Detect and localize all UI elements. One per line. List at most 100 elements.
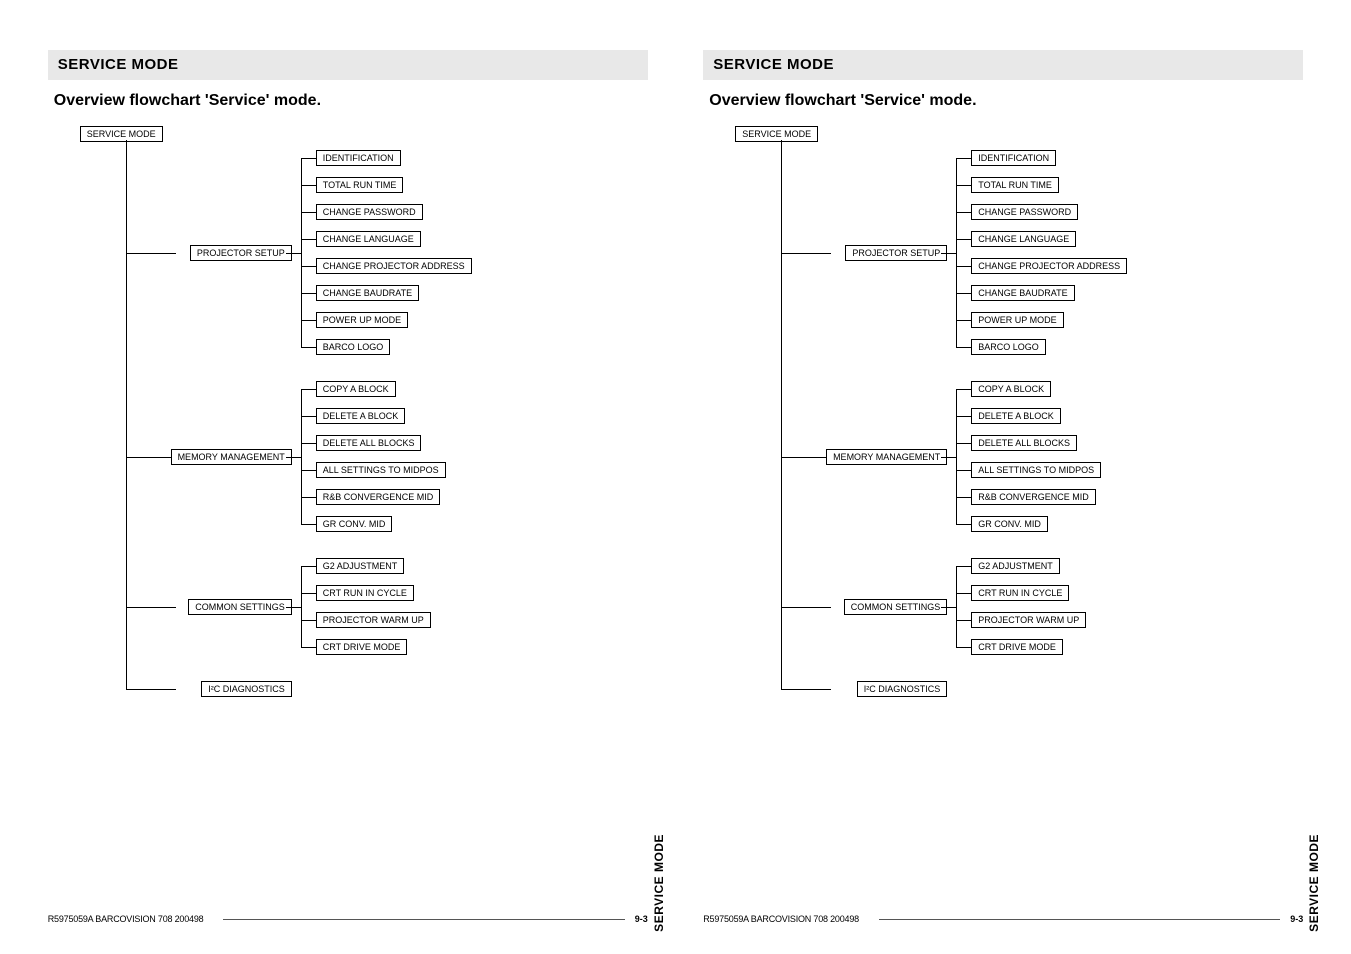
flowchart-root: SERVICE MODE bbox=[80, 126, 163, 142]
flowchart-connector bbox=[301, 497, 316, 498]
flowchart-connector bbox=[956, 593, 971, 594]
flowchart-connector bbox=[956, 239, 971, 240]
flowchart-leaf: BARCO LOGO bbox=[316, 339, 391, 355]
flowchart-connector bbox=[301, 320, 316, 321]
page-footer: R5975059A BARCOVISION 708 200498 9-3 bbox=[48, 914, 648, 924]
flowchart-connector bbox=[956, 158, 971, 159]
flowchart-main-stem bbox=[126, 140, 127, 690]
flowchart-leaf: CRT DRIVE MODE bbox=[971, 639, 1063, 655]
flowchart-leaf: ALL SETTINGS TO MIDPOS bbox=[971, 462, 1101, 478]
flowchart-connector bbox=[941, 253, 956, 254]
flowchart-leaf: CHANGE BAUDRATE bbox=[971, 285, 1074, 301]
flowchart-root: SERVICE MODE bbox=[735, 126, 818, 142]
flowchart-connector bbox=[956, 347, 971, 348]
flowchart-category: I²C DIAGNOSTICS bbox=[201, 681, 292, 697]
flowchart-connector bbox=[956, 293, 971, 294]
flowchart-leaf: CHANGE PROJECTOR ADDRESS bbox=[971, 258, 1127, 274]
flowchart-connector bbox=[941, 607, 956, 608]
header-title: SERVICE MODE bbox=[58, 56, 179, 73]
flowchart-connector bbox=[781, 457, 831, 458]
flowchart-connector bbox=[301, 212, 316, 213]
flowchart-sub-stem bbox=[301, 566, 302, 648]
flowchart-connector bbox=[301, 566, 316, 567]
flowchart-connector bbox=[956, 524, 971, 525]
flowchart-category: MEMORY MANAGEMENT bbox=[171, 449, 292, 465]
flowchart-leaf: IDENTIFICATION bbox=[316, 150, 401, 166]
flowchart-leaf: CHANGE PROJECTOR ADDRESS bbox=[316, 258, 472, 274]
flowchart-connector bbox=[301, 470, 316, 471]
flowchart-connector bbox=[956, 497, 971, 498]
flowchart-connector bbox=[956, 389, 971, 390]
flowchart-leaf: GR CONV. MID bbox=[316, 516, 393, 532]
flowchart-connector bbox=[956, 566, 971, 567]
page-right: SERVICE MODE Overview flowchart 'Service… bbox=[703, 50, 1303, 924]
flowchart-category: MEMORY MANAGEMENT bbox=[826, 449, 947, 465]
flowchart-leaf: POWER UP MODE bbox=[971, 312, 1063, 328]
flowchart-sub-stem bbox=[301, 389, 302, 525]
flowchart-connector bbox=[956, 185, 971, 186]
flowchart-leaf: COPY A BLOCK bbox=[316, 381, 396, 397]
flowchart-leaf: IDENTIFICATION bbox=[971, 150, 1056, 166]
page-subtitle: Overview flowchart 'Service' mode. bbox=[54, 92, 648, 110]
page-left: SERVICE MODE Overview flowchart 'Service… bbox=[48, 50, 648, 924]
flowchart-connector bbox=[956, 416, 971, 417]
flowchart-leaf: R&B CONVERGENCE MID bbox=[316, 489, 441, 505]
footer-doc-id: R5975059A BARCOVISION 708 200498 bbox=[703, 914, 859, 924]
flowchart-connector bbox=[301, 443, 316, 444]
header-bar: SERVICE MODE bbox=[703, 50, 1303, 80]
flowchart-connector bbox=[286, 607, 301, 608]
flowchart-connector bbox=[956, 320, 971, 321]
flowchart-connector bbox=[301, 524, 316, 525]
flowchart-connector bbox=[286, 457, 301, 458]
flowchart-connector bbox=[301, 239, 316, 240]
flowchart-leaf: BARCO LOGO bbox=[971, 339, 1046, 355]
flowchart-connector bbox=[126, 457, 176, 458]
flowchart-connector bbox=[286, 253, 301, 254]
flowchart-sub-stem bbox=[956, 389, 957, 525]
flowchart-leaf: G2 ADJUSTMENT bbox=[971, 558, 1060, 574]
flowchart-leaf: CHANGE LANGUAGE bbox=[971, 231, 1076, 247]
flowchart-leaf: CHANGE BAUDRATE bbox=[316, 285, 419, 301]
flowchart: SERVICE MODEPROJECTOR SETUPIDENTIFICATIO… bbox=[709, 126, 1303, 746]
flowchart-leaf: DELETE A BLOCK bbox=[971, 408, 1061, 424]
header-bar: SERVICE MODE bbox=[48, 50, 648, 80]
flowchart-leaf: DELETE ALL BLOCKS bbox=[316, 435, 422, 451]
flowchart-connector bbox=[126, 253, 176, 254]
flowchart-leaf: PROJECTOR WARM UP bbox=[971, 612, 1086, 628]
flowchart-connector bbox=[781, 253, 831, 254]
flowchart-leaf: TOTAL RUN TIME bbox=[971, 177, 1059, 193]
flowchart-connector bbox=[301, 389, 316, 390]
flowchart-category: COMMON SETTINGS bbox=[844, 599, 948, 615]
flowchart-leaf: ALL SETTINGS TO MIDPOS bbox=[316, 462, 446, 478]
flowchart-leaf: DELETE A BLOCK bbox=[316, 408, 406, 424]
side-tab: SERVICE MODE bbox=[1307, 834, 1321, 932]
flowchart-leaf: CHANGE LANGUAGE bbox=[316, 231, 421, 247]
flowchart-connector bbox=[126, 607, 176, 608]
flowchart-connector bbox=[301, 293, 316, 294]
flowchart-leaf: CHANGE PASSWORD bbox=[971, 204, 1078, 220]
footer-rule bbox=[879, 919, 1280, 920]
footer-page-num: 9-3 bbox=[635, 914, 648, 924]
flowchart-connector bbox=[956, 647, 971, 648]
flowchart-connector bbox=[301, 266, 316, 267]
flowchart-leaf: PROJECTOR WARM UP bbox=[316, 612, 431, 628]
flowchart-connector bbox=[301, 416, 316, 417]
flowchart-connector bbox=[956, 620, 971, 621]
flowchart-connector bbox=[301, 593, 316, 594]
flowchart-connector bbox=[301, 185, 316, 186]
page-subtitle: Overview flowchart 'Service' mode. bbox=[709, 92, 1303, 110]
flowchart-connector bbox=[301, 347, 316, 348]
flowchart-category: I²C DIAGNOSTICS bbox=[857, 681, 948, 697]
flowchart-category: PROJECTOR SETUP bbox=[190, 245, 292, 261]
flowchart-leaf: G2 ADJUSTMENT bbox=[316, 558, 405, 574]
page-footer: R5975059A BARCOVISION 708 200498 9-3 bbox=[703, 914, 1303, 924]
flowchart-connector bbox=[301, 158, 316, 159]
flowchart-leaf: GR CONV. MID bbox=[971, 516, 1048, 532]
flowchart-category: COMMON SETTINGS bbox=[188, 599, 292, 615]
flowchart-connector bbox=[941, 457, 956, 458]
footer-doc-id: R5975059A BARCOVISION 708 200498 bbox=[48, 914, 204, 924]
flowchart: SERVICE MODE PROJECTOR SETUP IDENTIFICATIO… bbox=[54, 126, 648, 746]
flowchart-leaf: COPY A BLOCK bbox=[971, 381, 1051, 397]
flowchart-connector bbox=[956, 470, 971, 471]
flowchart-leaf: TOTAL RUN TIME bbox=[316, 177, 404, 193]
